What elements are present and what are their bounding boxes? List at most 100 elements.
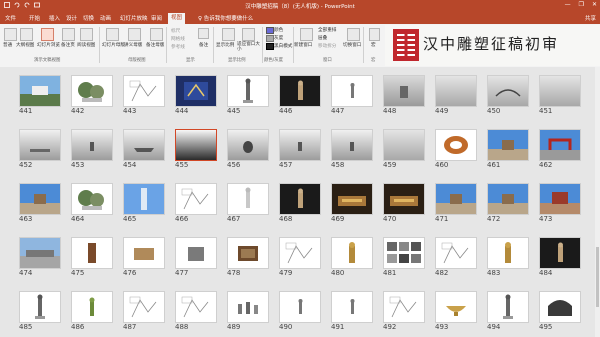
slide-preview[interactable] (227, 129, 269, 161)
slide-thumbnail[interactable]: 483 (487, 237, 529, 281)
slide-preview[interactable] (331, 237, 373, 269)
slide-thumbnail[interactable]: 493 (435, 291, 477, 335)
slide-thumbnail[interactable]: 453 (71, 129, 113, 173)
slide-sorter-icon[interactable] (41, 28, 54, 41)
slide-thumbnail[interactable]: 457 (279, 129, 321, 173)
arrange-all-button[interactable]: 全部重排 (318, 27, 336, 33)
slide-preview[interactable] (71, 129, 113, 161)
tell-me-search[interactable]: ♀ 告诉我你想要做什么 (198, 14, 253, 22)
slide-preview[interactable] (175, 129, 217, 161)
slide-thumbnail[interactable]: 454 (123, 129, 165, 173)
slide-preview[interactable] (175, 291, 217, 323)
macros-icon[interactable] (369, 28, 380, 41)
slide-preview[interactable] (331, 75, 373, 107)
scrollbar-thumb[interactable] (596, 247, 599, 307)
slide-thumbnail[interactable]: 456 (227, 129, 269, 173)
slide-thumbnail[interactable]: 464 (71, 183, 113, 227)
slide-preview[interactable] (279, 75, 321, 107)
slide-thumbnail[interactable]: 463 (19, 183, 61, 227)
slide-thumbnail[interactable]: 476 (123, 237, 165, 281)
slide-preview[interactable] (123, 291, 165, 323)
tab-design[interactable]: 设计 (66, 14, 77, 22)
zoom-icon[interactable] (222, 28, 235, 41)
ruler-checkbox[interactable]: 标尺 (171, 28, 180, 34)
slide-thumbnail[interactable]: 486 (71, 291, 113, 335)
slide-master-icon[interactable] (106, 28, 119, 41)
slide-thumbnail[interactable]: 477 (175, 237, 217, 281)
slide-preview[interactable] (123, 129, 165, 161)
slide-thumbnail[interactable]: 473 (539, 183, 581, 227)
slide-preview[interactable] (71, 75, 113, 107)
slide-thumbnail[interactable]: 450 (487, 75, 529, 119)
slide-preview[interactable] (435, 291, 477, 323)
slide-thumbnail[interactable]: 449 (435, 75, 477, 119)
slide-thumbnail[interactable]: 471 (435, 183, 477, 227)
slide-thumbnail[interactable]: 451 (539, 75, 581, 119)
slide-thumbnail[interactable]: 485 (19, 291, 61, 335)
slide-thumbnail[interactable]: 442 (71, 75, 113, 119)
slide-preview[interactable] (19, 129, 61, 161)
color-option[interactable]: 颜色 (274, 27, 283, 33)
cascade-button[interactable]: 层叠 (318, 35, 327, 41)
slide-thumbnail[interactable]: 469 (331, 183, 373, 227)
slide-preview[interactable] (227, 291, 269, 323)
slide-preview[interactable] (71, 291, 113, 323)
tab-animations[interactable]: 动画 (100, 14, 111, 22)
slide-thumbnail[interactable]: 484 (539, 237, 581, 281)
slide-preview[interactable] (19, 75, 61, 107)
slide-preview[interactable] (175, 183, 217, 215)
slide-thumbnail[interactable]: 478 (227, 237, 269, 281)
tab-review[interactable]: 审阅 (151, 14, 162, 22)
slide-preview[interactable] (383, 183, 425, 215)
slide-thumbnail[interactable]: 447 (331, 75, 373, 119)
slide-thumbnail[interactable]: 487 (123, 291, 165, 335)
slide-thumbnail[interactable]: 495 (539, 291, 581, 335)
slide-thumbnail[interactable]: 445 (227, 75, 269, 119)
slide-preview[interactable] (279, 183, 321, 215)
normal-view-icon[interactable] (4, 28, 17, 41)
slide-thumbnail[interactable]: 467 (227, 183, 269, 227)
notes-icon[interactable] (198, 28, 209, 39)
guides-checkbox[interactable]: 参考线 (171, 44, 185, 50)
slide-thumbnail[interactable]: 494 (487, 291, 529, 335)
slide-preview[interactable] (19, 291, 61, 323)
slide-preview[interactable] (539, 291, 581, 323)
slide-preview[interactable] (123, 75, 165, 107)
slide-thumbnail[interactable]: 448 (383, 75, 425, 119)
slide-thumbnail[interactable]: 443 (123, 75, 165, 119)
black-white-option[interactable]: 黑白模式 (274, 43, 292, 49)
slide-preview[interactable] (539, 129, 581, 161)
tab-home[interactable]: 开始 (29, 14, 40, 22)
gridlines-checkbox[interactable]: 网格线 (171, 36, 185, 42)
tab-transitions[interactable]: 切换 (83, 14, 94, 22)
slide-preview[interactable] (71, 183, 113, 215)
slide-preview[interactable] (227, 237, 269, 269)
slide-preview[interactable] (19, 183, 61, 215)
slide-thumbnail[interactable]: 441 (19, 75, 61, 119)
slide-preview[interactable] (539, 237, 581, 269)
share-button[interactable]: 共享 (585, 14, 596, 22)
slide-thumbnail[interactable]: 479 (279, 237, 321, 281)
slide-preview[interactable] (435, 129, 477, 161)
slide-preview[interactable] (435, 237, 477, 269)
slide-preview[interactable] (331, 291, 373, 323)
slide-thumbnail[interactable]: 489 (227, 291, 269, 335)
handout-master-icon[interactable] (128, 28, 141, 41)
vertical-scrollbar[interactable] (595, 67, 600, 337)
slide-thumbnail[interactable]: 468 (279, 183, 321, 227)
slide-preview[interactable] (435, 183, 477, 215)
tab-insert[interactable]: 插入 (49, 14, 60, 22)
new-window-icon[interactable] (300, 28, 313, 41)
slide-preview[interactable] (487, 129, 529, 161)
notes-master-icon[interactable] (150, 28, 163, 41)
tab-view[interactable]: 视图 (168, 13, 186, 24)
slide-preview[interactable] (175, 75, 217, 107)
switch-windows-icon[interactable] (347, 28, 360, 41)
notes-page-icon[interactable] (62, 28, 75, 41)
tab-slideshow[interactable]: 幻灯片放映 (120, 14, 148, 22)
slide-preview[interactable] (331, 129, 373, 161)
slide-thumbnail[interactable]: 444 (175, 75, 217, 119)
slide-preview[interactable] (279, 237, 321, 269)
slide-preview[interactable] (383, 291, 425, 323)
grayscale-icon[interactable] (266, 35, 274, 42)
